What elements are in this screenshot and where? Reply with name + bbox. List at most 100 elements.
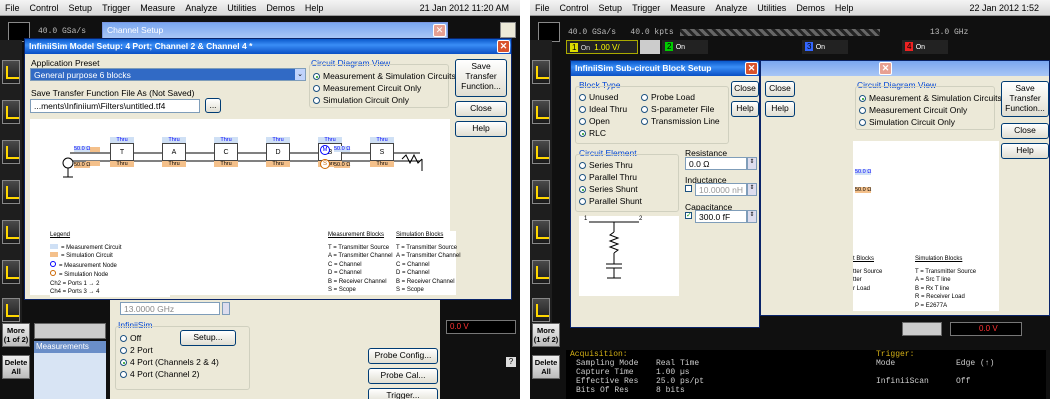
menu-help[interactable]: Help [835,3,854,13]
delete-all-button[interactable]: Delete All [532,355,560,379]
inductance-checkbox[interactable] [685,185,692,192]
browse-button[interactable]: ... [205,98,221,113]
menu-control[interactable]: Control [30,3,59,13]
tool-button[interactable] [532,140,550,164]
option-4-port-ch2-ch4[interactable]: 4 Port (Channels 2 & 4) [120,357,219,367]
circuit-block[interactable]: Thru T Thru [110,137,134,167]
help-button[interactable]: Help [731,101,759,117]
menu-setup[interactable]: Setup [69,3,93,13]
help-button[interactable]: Help [455,121,507,137]
navigation-controls[interactable] [902,322,942,336]
close-icon[interactable]: ✕ [745,62,758,75]
menu-analyze[interactable]: Analyze [715,3,747,13]
tool-button[interactable] [2,180,20,204]
tool-button[interactable] [532,220,550,244]
capacitance-field[interactable]: 300.0 fF [695,210,747,223]
close-icon[interactable]: ✕ [433,24,446,37]
frequency-field[interactable]: 13.0000 GHz [120,302,220,315]
block-unused[interactable]: Unused [579,92,618,102]
capacitance-checkbox[interactable]: ✓ [685,212,692,219]
block-ideal-thru[interactable]: Ideal Thru [579,104,627,114]
menu-measure[interactable]: Measure [140,3,175,13]
resistance-stepper-icon[interactable]: ⇕ [747,157,757,170]
close-icon[interactable]: ✕ [497,40,510,53]
tool-button[interactable] [2,298,20,322]
menu-trigger[interactable]: Trigger [102,3,130,13]
channel-3-control[interactable]: 3 On [802,40,848,54]
circuit-block[interactable]: Thru D Thru [266,137,290,167]
block-probe-load[interactable]: Probe Load [641,92,695,102]
menu-trigger[interactable]: Trigger [632,3,660,13]
view-sim-only[interactable]: Simulation Circuit Only [859,117,955,127]
menu-file[interactable]: File [5,3,20,13]
more-button[interactable]: More (1 of 2) [2,323,30,347]
tool-button[interactable] [2,260,20,284]
tool-button[interactable] [2,140,20,164]
circuit-block[interactable]: Thru C Thru [214,137,238,167]
minimize-button[interactable] [500,22,516,38]
save-transfer-function-button[interactable]: Save Transfer Function... [1001,81,1049,117]
chevron-down-icon[interactable]: ⌄ [295,69,305,80]
option-2-port[interactable]: 2 Port [120,345,153,355]
element-series-shunt[interactable]: Series Shunt [579,184,638,194]
tool-button[interactable] [2,60,20,84]
tool-button[interactable] [2,100,20,124]
option-4-port-ch2[interactable]: 4 Port (Channel 2) [120,369,199,379]
inductance-field[interactable]: 10.0000 nH [695,183,747,196]
menu-measure[interactable]: Measure [670,3,705,13]
menu-setup[interactable]: Setup [599,3,623,13]
menu-help[interactable]: Help [305,3,324,13]
stepper-icon[interactable] [222,302,230,315]
circuit-block[interactable]: Thru A Thru [162,137,186,167]
probe-config-button[interactable]: Probe Config... [368,348,438,364]
element-series-thru[interactable]: Series Thru [579,160,633,170]
delete-all-button[interactable]: Delete All [2,355,30,379]
channel-offset[interactable]: 0.0 V [446,320,516,334]
tool-button[interactable] [2,220,20,244]
close-button-2[interactable]: Close [1001,123,1049,139]
close-button[interactable]: Close [765,81,795,97]
help-icon[interactable]: ? [506,357,516,367]
menu-demos[interactable]: Demos [266,3,295,13]
help-button[interactable]: Help [765,101,795,117]
menu-utilities[interactable]: Utilities [227,3,256,13]
tool-button[interactable] [532,260,550,284]
view-meas-sim[interactable]: Measurement & Simulation Circuits [313,71,456,81]
element-parallel-shunt[interactable]: Parallel Shunt [579,196,642,206]
control-buttons[interactable] [34,323,106,339]
view-meas-sim[interactable]: Measurement & Simulation Circuits [859,93,1002,103]
channel-1-control[interactable]: 1 On 1.00 V/ [566,40,638,54]
save-transfer-function-button[interactable]: Save Transfer Function... [455,59,507,97]
block-rlc[interactable]: RLC [579,128,606,138]
close-button[interactable]: Close [455,101,507,117]
menu-analyze[interactable]: Analyze [185,3,217,13]
save-tf-path[interactable]: ...ments\Infiniium\Filters\untitled.tf4 [30,99,200,113]
channel-2-control[interactable]: 2 On [662,40,708,54]
tool-button[interactable] [532,298,550,322]
option-off[interactable]: Off [120,333,141,343]
menu-utilities[interactable]: Utilities [757,3,786,13]
close-icon[interactable]: ✕ [879,62,892,75]
help-button-2[interactable]: Help [1001,143,1049,159]
toolbar-icon[interactable] [538,22,560,42]
tool-button[interactable] [532,60,550,84]
setup-button[interactable]: Setup... [180,330,236,346]
block-open[interactable]: Open [579,116,610,126]
measurements-tab[interactable]: Measurements [34,341,106,353]
view-sim-only[interactable]: Simulation Circuit Only [313,95,409,105]
tool-button[interactable] [532,180,550,204]
circuit-block[interactable]: Thru S Thru [370,137,394,167]
close-button[interactable]: Close [731,81,759,97]
view-meas-only[interactable]: Measurement Circuit Only [313,83,421,93]
block-transmission-line[interactable]: Transmission Line [641,116,720,126]
view-meas-only[interactable]: Measurement Circuit Only [859,105,967,115]
menu-demos[interactable]: Demos [796,3,825,13]
channel-1-scale[interactable] [640,40,660,54]
trigger-button[interactable]: Trigger... [368,388,438,399]
channel-4-control[interactable]: 4 On [902,40,948,54]
menu-control[interactable]: Control [560,3,589,13]
block-s-parameter-file[interactable]: S-parameter File [641,104,714,114]
menu-file[interactable]: File [535,3,550,13]
app-preset-select[interactable]: General purpose 6 blocks [30,68,306,81]
tool-button[interactable] [532,100,550,124]
